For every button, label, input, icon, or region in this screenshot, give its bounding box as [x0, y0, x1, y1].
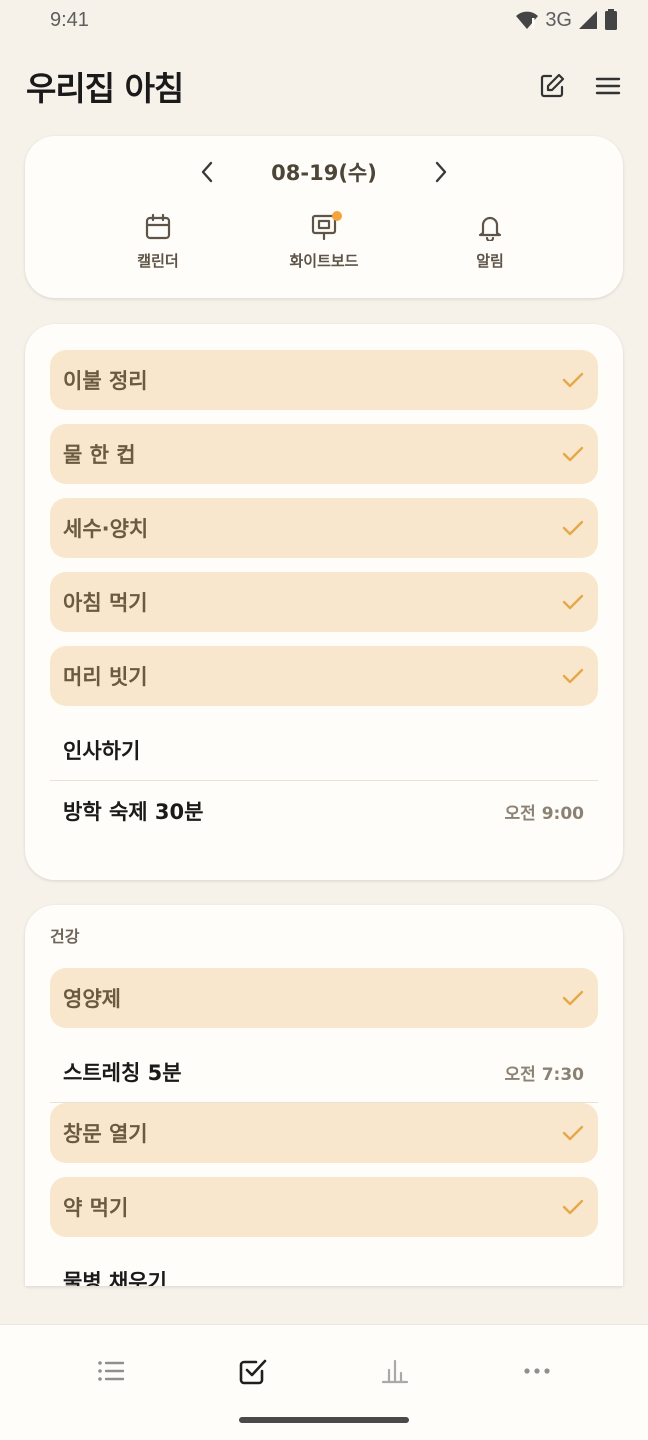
task-item[interactable]: 머리 빗기 [50, 646, 598, 706]
edit-icon [540, 73, 565, 98]
check-icon [562, 990, 584, 1006]
task-time: 오전 9:00 [504, 803, 584, 824]
task-label: 창문 열기 [63, 1122, 148, 1146]
task-label: 아침 먹기 [63, 591, 148, 615]
nav-list[interactable] [71, 1351, 151, 1391]
shortcut-calendar[interactable]: 캘린더 [98, 212, 218, 271]
task-item[interactable]: 인사하기 [50, 720, 598, 780]
task-item[interactable]: 방학 숙제 30분 오전 9:00 [50, 781, 598, 841]
bottom-nav [0, 1324, 648, 1440]
bar-chart-icon [381, 1359, 409, 1384]
shortcut-label: 알림 [476, 252, 504, 270]
next-date-button[interactable] [425, 156, 457, 188]
check-icon [562, 520, 584, 536]
page-title: 우리집 아침 [26, 69, 184, 108]
checkbox-icon [239, 1359, 267, 1385]
shortcut-whiteboard[interactable]: 화이트보드 [264, 211, 384, 271]
check-icon [562, 446, 584, 462]
check-icon [562, 1199, 584, 1215]
chevron-right-icon [435, 161, 447, 183]
home-indicator[interactable] [239, 1417, 409, 1423]
task-time: 오전 7:30 [504, 1064, 584, 1085]
check-icon [562, 668, 584, 684]
task-item[interactable]: 창문 열기 [50, 1103, 598, 1163]
shortcut-row: 캘린더 화이트보드 알림 [25, 211, 623, 271]
task-item[interactable]: 스트레칭 5분 오전 7:30 [50, 1042, 598, 1102]
task-label: 머리 빗기 [63, 665, 148, 689]
signal-icon [579, 11, 597, 29]
task-list-card: 이불 정리 물 한 컵 세수·양치 아침 먹기 머리 빗기 인사하기 방학 숙제… [25, 324, 623, 880]
task-item[interactable]: 세수·양치 [50, 498, 598, 558]
wifi-icon [516, 11, 539, 29]
health-section-card: 건강 영양제 스트레칭 5분 오전 7:30 창문 열기 약 먹기 물병 채우기 [25, 905, 623, 1286]
task-label: 방학 숙제 30분 [63, 800, 204, 824]
task-label: 물 한 컵 [63, 443, 136, 467]
task-item[interactable]: 물 한 컵 [50, 424, 598, 484]
current-date[interactable]: 08-19(수) [271, 157, 377, 187]
shortcut-alarm[interactable]: 알림 [430, 212, 550, 271]
nav-more[interactable] [497, 1351, 577, 1391]
bell-icon [478, 216, 502, 241]
shortcut-label: 캘린더 [137, 252, 179, 270]
date-navigator: 08-19(수) [25, 152, 623, 192]
task-label: 약 먹기 [63, 1196, 129, 1220]
battery-icon [605, 9, 617, 30]
nav-stats[interactable] [355, 1351, 435, 1391]
notification-dot [332, 211, 342, 221]
calendar-icon [145, 213, 171, 240]
prev-date-button[interactable] [191, 156, 223, 188]
menu-icon [595, 77, 621, 95]
task-item[interactable]: 영양제 [50, 968, 598, 1028]
task-item[interactable]: 약 먹기 [50, 1177, 598, 1237]
check-icon [562, 1125, 584, 1141]
more-icon [524, 1368, 550, 1374]
date-card: 08-19(수) 캘린더 화이트보드 알림 [25, 136, 623, 298]
task-item[interactable]: 이불 정리 [50, 350, 598, 410]
task-item[interactable]: 물병 채우기 [50, 1251, 598, 1286]
app-header: 우리집 아침 [0, 56, 648, 116]
nav-checklist[interactable] [213, 1351, 293, 1391]
status-time: 9:41 [50, 8, 89, 31]
list-icon [98, 1361, 125, 1381]
task-label: 영양제 [63, 987, 121, 1011]
section-title: 건강 [50, 927, 80, 946]
task-label: 이불 정리 [63, 369, 148, 393]
task-label: 물병 채우기 [63, 1270, 167, 1286]
check-icon [562, 372, 584, 388]
menu-button[interactable] [592, 70, 624, 102]
task-label: 스트레칭 5분 [63, 1061, 182, 1085]
network-type: 3G [545, 8, 572, 31]
shortcut-label: 화이트보드 [289, 252, 359, 270]
task-label: 인사하기 [63, 739, 141, 763]
task-item[interactable]: 아침 먹기 [50, 572, 598, 632]
edit-button[interactable] [536, 70, 568, 102]
header-actions [536, 70, 624, 102]
check-icon [562, 594, 584, 610]
chevron-left-icon [201, 161, 213, 183]
status-bar: 9:41 3G [0, 0, 648, 40]
status-icons: 3G [515, 9, 618, 32]
task-label: 세수·양치 [63, 517, 149, 541]
